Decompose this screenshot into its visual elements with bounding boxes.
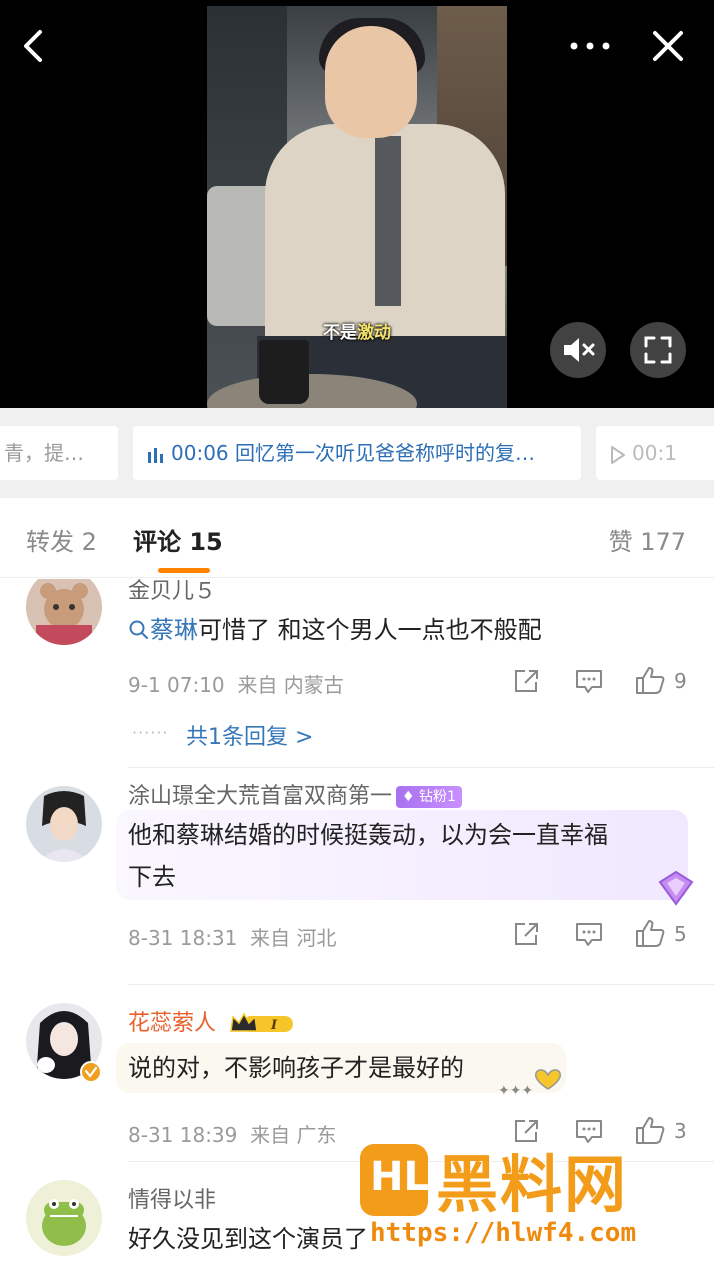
comment-time: 8-31 18:39 xyxy=(128,1123,238,1147)
chapter-previous[interactable]: 青，提… xyxy=(0,426,118,480)
username-text: 花蕊萦人 xyxy=(128,1011,217,1036)
volume-mute-icon xyxy=(564,338,595,362)
thumbs-up-icon xyxy=(636,920,665,947)
fan-badge-label: 钻粉1 xyxy=(419,789,456,805)
share-button[interactable] xyxy=(512,667,542,695)
reply-button[interactable] xyxy=(574,667,604,695)
comment-text: 好久没见到这个演员了 xyxy=(128,1225,368,1253)
heart-decoration-icon: ✦✦✦ xyxy=(498,1069,561,1099)
comment-time: 9-1 07:10 xyxy=(128,673,225,697)
thumbs-up-icon xyxy=(636,667,665,694)
comment-time: 8-31 18:31 xyxy=(128,926,238,950)
comment-location: 来自 广东 xyxy=(250,1123,337,1147)
search-icon xyxy=(129,620,148,639)
comment-icon xyxy=(576,923,602,946)
watermark-title: 黑料网 xyxy=(436,1148,629,1221)
share-button[interactable] xyxy=(512,920,542,948)
avatar-bear-image xyxy=(26,579,102,645)
person-face xyxy=(325,26,417,138)
vip-level-text: I xyxy=(270,1018,278,1033)
verified-badge-icon xyxy=(80,1061,102,1083)
video-player[interactable]: 不是激动 xyxy=(0,0,714,408)
chapter-active-title: 回忆第一次听见爸爸称呼时的复… xyxy=(235,441,535,465)
person-shirt xyxy=(375,136,401,306)
username[interactable]: 涂山璟全大荒首富双商第一 ♦ 钻粉1 xyxy=(128,778,462,810)
tab-like[interactable]: 赞 177 xyxy=(609,522,686,557)
video-frame[interactable]: 不是激动 xyxy=(207,6,507,408)
vip-crown-icon: I xyxy=(230,1012,294,1033)
mention-link[interactable]: 蔡琳 xyxy=(150,616,198,644)
username[interactable]: 情得以非 xyxy=(128,1182,216,1214)
play-icon xyxy=(611,445,625,464)
view-replies-link[interactable]: 共1条回复 > xyxy=(186,719,313,751)
comment-meta: 8-31 18:31 来自 河北 xyxy=(128,922,336,951)
svg-text:✦✦✦: ✦✦✦ xyxy=(498,1083,533,1099)
comment-text-line-2: 下去 xyxy=(128,863,176,891)
mute-button[interactable] xyxy=(550,322,606,378)
avatar[interactable] xyxy=(26,786,102,862)
comment-text: 蔡琳可惜了 和这个男人一点也不般配 xyxy=(128,609,542,651)
comment-text: 他和蔡琳结婚的时候挺轰动，以为会一直幸福 下去 xyxy=(128,814,688,898)
watermark-logo: HL xyxy=(360,1144,429,1216)
comment-location: 来自 内蒙古 xyxy=(237,673,344,697)
username-text: 涂山璟全大荒首富双商第一 xyxy=(128,784,393,809)
chapter-active-time: 00:06 xyxy=(171,441,229,465)
comment-body: 可惜了 和这个男人一点也不般配 xyxy=(198,616,542,644)
tab-repost[interactable]: 转发 2 xyxy=(26,522,97,557)
fullscreen-icon xyxy=(644,336,672,364)
share-icon xyxy=(515,670,538,692)
avatar[interactable] xyxy=(26,579,102,645)
close-button[interactable] xyxy=(648,26,688,66)
more-button[interactable] xyxy=(566,28,614,64)
chapter-next[interactable]: 00:1 xyxy=(596,426,714,480)
reply-dots: ······ xyxy=(132,723,169,742)
diamond-decoration-icon xyxy=(658,870,694,906)
comment-location: 来自 河北 xyxy=(250,926,337,950)
like-button[interactable] xyxy=(634,665,666,695)
comment-meta: 9-1 07:10 来自 内蒙古 xyxy=(128,669,344,698)
like-count: 9 xyxy=(674,669,687,693)
avatar-portrait-image xyxy=(26,786,102,862)
back-button[interactable] xyxy=(14,26,54,66)
video-subtitle: 不是激动 xyxy=(323,323,391,343)
share-icon xyxy=(515,923,538,945)
close-icon xyxy=(653,31,683,61)
tab-comment[interactable]: 评论 15 xyxy=(133,522,223,557)
watermark: HL 黑料网 https://hlwf4.com xyxy=(356,1138,706,1258)
chapter-strip[interactable]: 青，提… 00:06 回忆第一次听见爸爸称呼时的复… 00:1 xyxy=(0,408,714,498)
comment-text: 说的对，不影响孩子才是最好的 xyxy=(128,1054,464,1082)
chapter-previous-label: 青，提… xyxy=(4,441,84,465)
comment-item: 金贝儿５ 蔡琳可惜了 和这个男人一点也不般配 9-1 07:10 来自 内蒙古 … xyxy=(0,579,714,768)
chapter-next-time: 00:1 xyxy=(632,441,677,465)
watermark-url: https://hlwf4.com xyxy=(370,1218,637,1248)
playing-bars-icon xyxy=(148,447,163,463)
more-horizontal-icon xyxy=(570,42,610,50)
fan-badge: ♦ 钻粉1 xyxy=(396,786,462,808)
coffee-cup xyxy=(259,340,309,404)
username[interactable]: 花蕊萦人 I xyxy=(128,1005,297,1037)
like-count: 5 xyxy=(674,922,687,946)
username[interactable]: 金贝儿５ xyxy=(128,579,216,605)
like-button[interactable] xyxy=(634,918,666,948)
watermark-logo-text: HL xyxy=(370,1154,429,1200)
comment-icon xyxy=(576,670,602,693)
tab-bar: 转发 2 评论 15 赞 177 xyxy=(0,498,714,578)
comment-text-line-1: 他和蔡琳结婚的时候挺轰动，以为会一直幸福 xyxy=(128,821,608,849)
reply-button[interactable] xyxy=(574,920,604,948)
chevron-left-icon xyxy=(24,30,42,62)
avatar[interactable] xyxy=(26,1180,102,1256)
fullscreen-button[interactable] xyxy=(630,322,686,378)
tab-active-indicator xyxy=(158,568,210,573)
comment-meta: 8-31 18:39 来自 广东 xyxy=(128,1119,336,1148)
avatar-crocodile-image xyxy=(26,1180,102,1256)
chapter-active[interactable]: 00:06 回忆第一次听见爸爸称呼时的复… xyxy=(133,426,581,480)
comment-item: 涂山璟全大荒首富双商第一 ♦ 钻粉1 他和蔡琳结婚的时候挺轰动，以为会一直幸福 下去… xyxy=(0,768,714,985)
